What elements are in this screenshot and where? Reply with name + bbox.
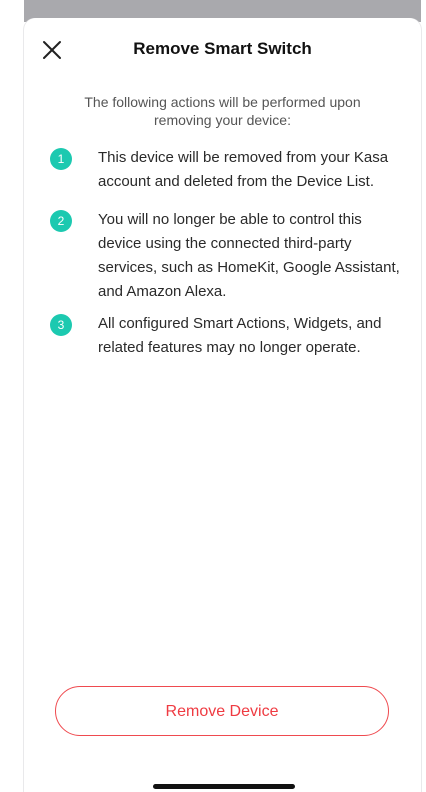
remove-device-sheet: Remove Smart Switch The following action… — [24, 18, 421, 792]
intro-text: The following actions will be performed … — [84, 94, 361, 128]
step-number-badge: 3 — [50, 314, 72, 336]
page-title: Remove Smart Switch — [133, 39, 312, 58]
step-text: This device will be removed from your Ka… — [98, 149, 389, 190]
home-indicator — [153, 784, 295, 789]
sheet-header: Remove Smart Switch — [24, 18, 421, 78]
remove-device-button[interactable]: Remove Device — [55, 686, 389, 736]
step-text: All configured Smart Actions, Widgets, a… — [98, 315, 382, 356]
step-number-badge: 1 — [50, 148, 72, 170]
step-number-badge: 2 — [50, 210, 72, 232]
step-text: You will no longer be able to control th… — [98, 211, 400, 300]
close-icon — [43, 41, 61, 59]
close-button[interactable] — [40, 38, 64, 62]
